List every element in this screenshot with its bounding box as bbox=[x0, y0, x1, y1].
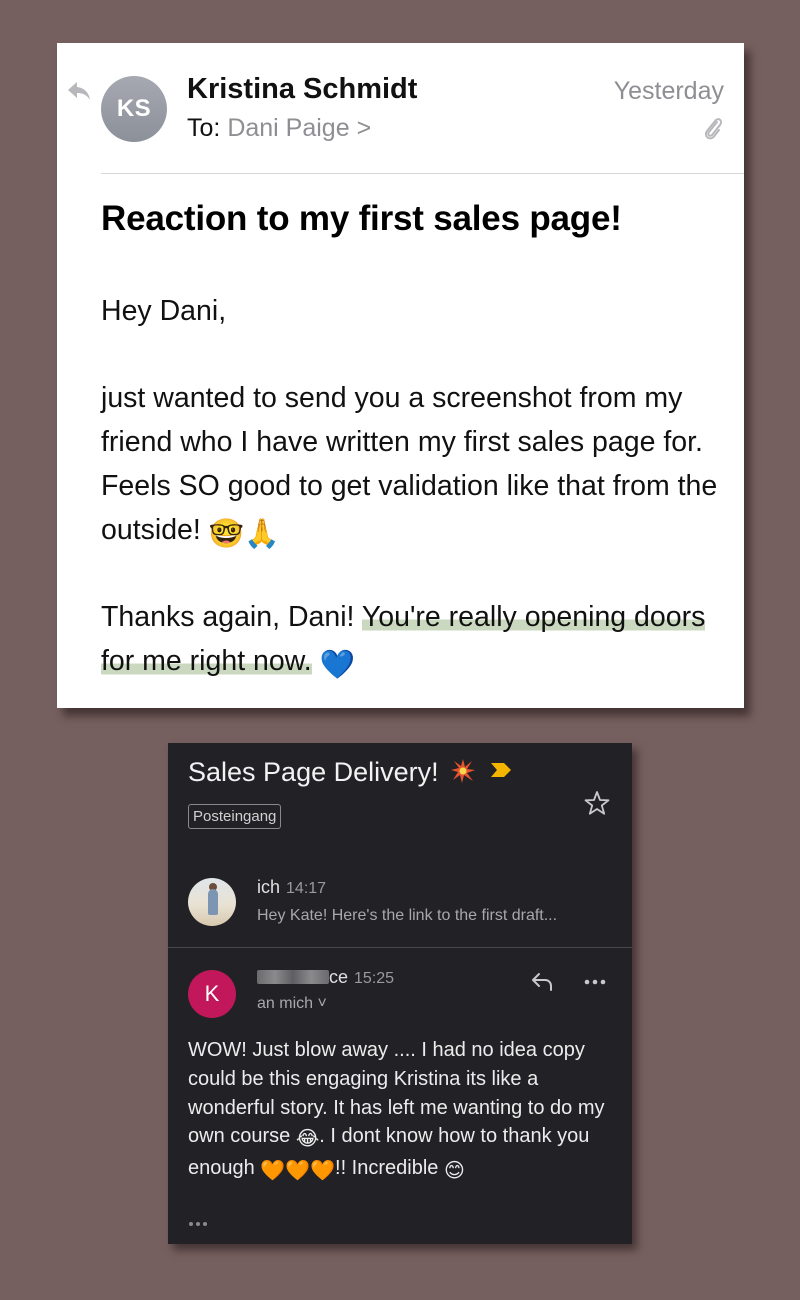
star-icon[interactable] bbox=[584, 790, 610, 816]
redacted-name bbox=[257, 970, 329, 984]
sender-avatar: KS bbox=[101, 76, 167, 142]
email-paragraph-2: Thanks again, Dani! You're really openin… bbox=[101, 595, 731, 687]
sender-name[interactable]: Kristina Schmidt bbox=[187, 73, 417, 106]
recipient-line[interactable]: To: Dani Paige > bbox=[187, 114, 371, 143]
reply-icon[interactable] bbox=[530, 971, 554, 993]
nerd-pray-emoji: 🤓🙏 bbox=[208, 518, 280, 550]
thread-subject: Sales Page Delivery! bbox=[188, 757, 512, 788]
blue-heart-emoji: 💙 bbox=[319, 649, 356, 681]
paragraph-2-text: Thanks again, Dani! bbox=[101, 601, 362, 633]
sender-name-visible: ce bbox=[329, 967, 349, 987]
laughing-emoji: 😂 bbox=[295, 1128, 320, 1151]
sender-name: ich bbox=[257, 877, 281, 897]
message-time: 14:17 bbox=[286, 880, 327, 897]
email-paragraph-1: just wanted to send you a screenshot fro… bbox=[101, 376, 731, 556]
chevron-right-icon: > bbox=[356, 114, 372, 142]
email-date: Yesterday bbox=[613, 77, 724, 105]
smile-emoji: 😊 bbox=[443, 1160, 465, 1183]
email-greeting: Hey Dani, bbox=[101, 295, 227, 327]
message-sender[interactable]: ich 14:17 bbox=[257, 877, 326, 898]
avatar bbox=[188, 878, 236, 926]
message-divider bbox=[168, 947, 632, 948]
message-sender[interactable]: ce 15:25 bbox=[257, 967, 394, 988]
header-divider bbox=[101, 173, 744, 174]
body-text-3: !! Incredible bbox=[335, 1157, 444, 1180]
message-time: 15:25 bbox=[354, 970, 395, 987]
reply-arrow-icon[interactable] bbox=[66, 80, 92, 102]
orange-hearts-emoji: 🧡🧡🧡 bbox=[260, 1160, 336, 1183]
paragraph-1-text: just wanted to send you a screenshot fro… bbox=[101, 382, 718, 546]
more-options-icon[interactable] bbox=[584, 979, 606, 985]
email-subject: Reaction to my first sales page! bbox=[101, 199, 622, 238]
thread-subject-text: Sales Page Delivery! bbox=[188, 757, 439, 787]
inbox-label-chip[interactable]: Posteingang bbox=[188, 804, 282, 829]
recipient-name[interactable]: Dani Paige bbox=[227, 114, 349, 142]
to-label: To: bbox=[187, 114, 221, 142]
paperclip-icon bbox=[704, 118, 723, 140]
spark-icon bbox=[451, 759, 476, 783]
sender-avatar-k: K bbox=[188, 970, 236, 1018]
email-card: KS Kristina Schmidt To: Dani Paige > Yes… bbox=[57, 43, 744, 708]
message-body: WOW! Just blow away .... I had no idea c… bbox=[188, 1036, 618, 1186]
gmail-card: Sales Page Delivery! Posteingang ich 14:1… bbox=[168, 743, 632, 1244]
recipient-details-toggle[interactable]: an mich ˅ bbox=[257, 995, 327, 1013]
avatar-photo-figure bbox=[208, 889, 218, 915]
trimmed-content-icon[interactable] bbox=[188, 1221, 210, 1227]
message-snippet[interactable]: Hey Kate! Here's the link to the first d… bbox=[257, 907, 557, 925]
important-marker-icon[interactable] bbox=[490, 762, 512, 778]
